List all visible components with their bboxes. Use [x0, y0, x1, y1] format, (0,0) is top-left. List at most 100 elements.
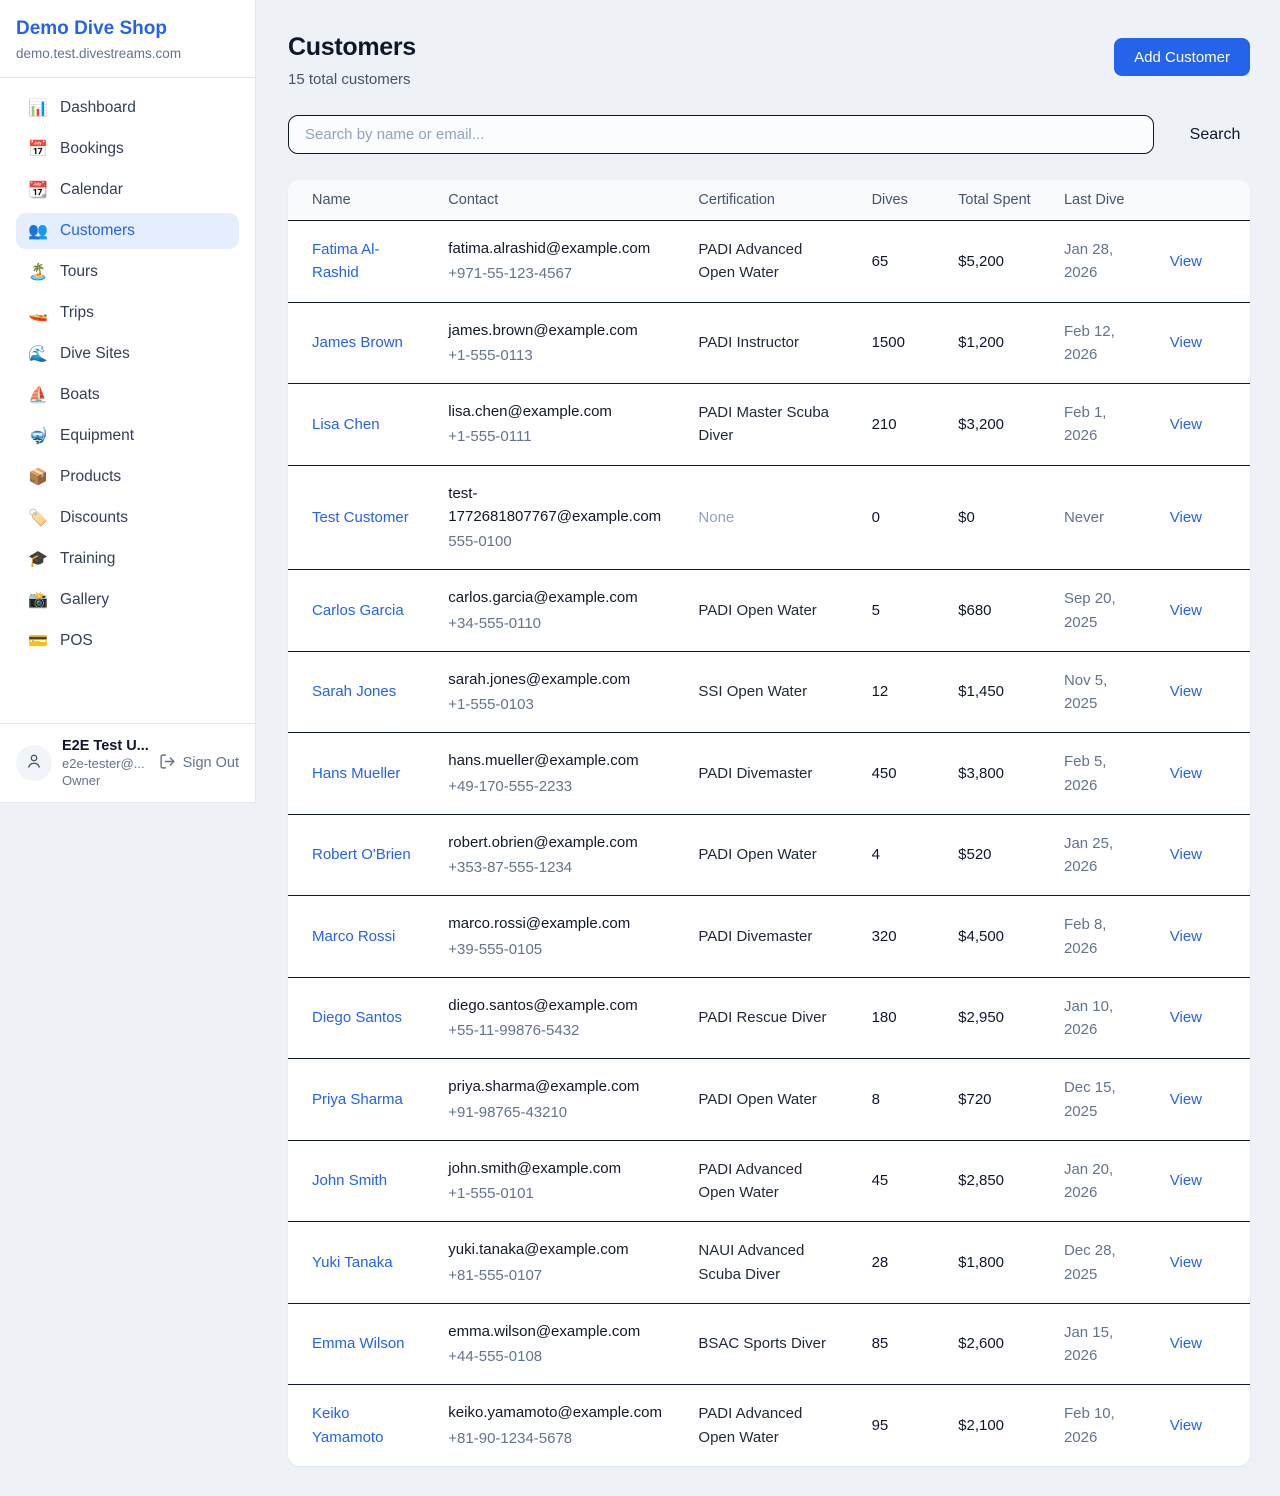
user-email: e2e-tester@... [62, 756, 149, 771]
sidebar-item-trips[interactable]: 🚤Trips [16, 295, 239, 331]
view-link[interactable]: View [1170, 1091, 1202, 1108]
view-link[interactable]: View [1170, 602, 1202, 619]
certification-value: PADI Master Scuba Diver [698, 404, 829, 444]
customer-name-link[interactable]: Marco Rossi [312, 928, 395, 945]
customer-name-link[interactable]: Lisa Chen [312, 416, 380, 433]
calendar-date-icon: 📅 [28, 139, 48, 159]
sidebar-item-tours[interactable]: 🏝️Tours [16, 254, 239, 290]
sidebar-item-products[interactable]: 📦Products [16, 459, 239, 495]
customer-email: robert.obrien@example.com [448, 831, 666, 854]
wave-icon: 🌊 [28, 344, 48, 364]
customer-email: test-1772681807767@example.com [448, 482, 666, 529]
sidebar-item-label: Discounts [60, 509, 128, 527]
table-row: Emma Wilsonemma.wilson@example.com+44-55… [288, 1303, 1250, 1385]
certification-value: BSAC Sports Diver [698, 1335, 826, 1352]
sidebar-item-label: Boats [60, 386, 100, 404]
view-link[interactable]: View [1170, 846, 1202, 863]
page-header: Customers 15 total customers Add Custome… [288, 33, 1250, 88]
customer-name-link[interactable]: John Smith [312, 1172, 387, 1189]
customer-name-link[interactable]: Diego Santos [312, 1009, 402, 1026]
certification-cell: PADI Master Scuba Diver [682, 384, 855, 466]
view-link[interactable]: View [1170, 334, 1202, 351]
table-row: Robert O'Brien robert.obrien@example.com+… [288, 814, 1250, 896]
sidebar-item-label: Dashboard [60, 99, 136, 117]
customer-phone: +81-90-1234-5678 [448, 1427, 666, 1450]
view-link[interactable]: View [1170, 1009, 1202, 1026]
avatar [16, 745, 52, 781]
column-header-certification: Certification [682, 180, 855, 221]
view-link[interactable]: View [1170, 683, 1202, 700]
customer-name-link[interactable]: Robert O'Brien [312, 846, 411, 863]
total-spent-cell: $3,200 [942, 384, 1048, 466]
sidebar-item-gallery[interactable]: 📸Gallery [16, 582, 239, 618]
sidebar-item-customers[interactable]: 👥Customers [16, 213, 239, 249]
sign-out-button[interactable]: Sign Out [159, 753, 239, 774]
customer-phone: 555-0100 [448, 530, 666, 553]
view-link[interactable]: View [1170, 416, 1202, 433]
view-link[interactable]: View [1170, 1254, 1202, 1271]
customer-email: lisa.chen@example.com [448, 400, 666, 423]
table-row: Sarah Jonessarah.jones@example.com+1-555… [288, 651, 1250, 733]
certification-value: None [698, 509, 734, 526]
customer-phone: +44-555-0108 [448, 1345, 666, 1368]
sidebar-item-calendar[interactable]: 📆Calendar [16, 172, 239, 208]
last-dive-cell: Jan 20, 2026 [1048, 1140, 1154, 1222]
contact-cell: james.brown@example.com+1-555-0113 [432, 302, 682, 384]
certification-cell: NAUI Advanced Scuba Diver [682, 1222, 855, 1304]
brand-block[interactable]: Demo Dive Shop demo.test.divestreams.com [0, 0, 255, 77]
sign-out-label: Sign Out [183, 755, 239, 771]
dives-cell: 4 [856, 814, 943, 896]
search-button[interactable]: Search [1180, 118, 1250, 152]
graduation-cap-icon: 🎓 [28, 549, 48, 569]
last-dive-cell: Jan 15, 2026 [1048, 1303, 1154, 1385]
customer-name-link[interactable]: Priya Sharma [312, 1091, 403, 1108]
column-header-dives: Dives [856, 180, 943, 221]
sidebar-item-dashboard[interactable]: 📊Dashboard [16, 90, 239, 126]
table-row: Hans Muellerhans.mueller@example.com+49-… [288, 733, 1250, 815]
sidebar-item-boats[interactable]: ⛵Boats [16, 377, 239, 413]
customer-name-link[interactable]: Fatima Al-Rashid [312, 241, 380, 281]
customer-name-link[interactable]: Hans Mueller [312, 765, 400, 782]
actions-cell: View [1154, 1303, 1250, 1385]
view-link[interactable]: View [1170, 509, 1202, 526]
customer-name-link[interactable]: Test Customer [312, 509, 409, 526]
certification-value: PADI Advanced Open Water [698, 241, 802, 281]
sidebar-item-equipment[interactable]: 🤿Equipment [16, 418, 239, 454]
actions-cell: View [1154, 570, 1250, 652]
view-link[interactable]: View [1170, 1417, 1202, 1434]
add-customer-button[interactable]: Add Customer [1114, 38, 1250, 76]
contact-cell: lisa.chen@example.com+1-555-0111 [432, 384, 682, 466]
customer-name-link[interactable]: Sarah Jones [312, 683, 396, 700]
view-link[interactable]: View [1170, 1335, 1202, 1352]
sidebar-item-discounts[interactable]: 🏷️Discounts [16, 500, 239, 536]
user-icon [25, 752, 43, 775]
sidebar-item-training[interactable]: 🎓Training [16, 541, 239, 577]
credit-card-icon: 💳 [28, 631, 48, 651]
search-input[interactable] [288, 115, 1154, 154]
sidebar-item-pos[interactable]: 💳POS [16, 623, 239, 659]
column-header-contact: Contact [432, 180, 682, 221]
certification-cell: PADI Instructor [682, 302, 855, 384]
customer-name-link[interactable]: James Brown [312, 334, 403, 351]
view-link[interactable]: View [1170, 253, 1202, 270]
view-link[interactable]: View [1170, 765, 1202, 782]
contact-cell: carlos.garcia@example.com+34-555-0110 [432, 570, 682, 652]
table-row: Carlos Garcia carlos.garcia@example.com+3… [288, 570, 1250, 652]
customer-name-link[interactable]: Keiko Yamamoto [312, 1405, 383, 1445]
customer-name-cell: Keiko Yamamoto [288, 1385, 432, 1466]
sidebar-item-bookings[interactable]: 📅 Bookings [16, 131, 239, 167]
customer-name-link[interactable]: Carlos Garcia [312, 602, 404, 619]
customer-phone: +1-555-0103 [448, 693, 666, 716]
view-link[interactable]: View [1170, 928, 1202, 945]
sidebar-item-dive-sites[interactable]: 🌊Dive Sites [16, 336, 239, 372]
sidebar-item-label: Products [60, 468, 121, 486]
sidebar-item-label: Bookings [60, 140, 124, 158]
customer-name-cell: Yuki Tanaka [288, 1222, 432, 1304]
customer-name-link[interactable]: Yuki Tanaka [312, 1254, 393, 1271]
customer-email: carlos.garcia@example.com [448, 586, 666, 609]
diving-mask-icon: 🤿 [28, 426, 48, 446]
brand-name[interactable]: Demo Dive Shop [16, 18, 239, 40]
view-link[interactable]: View [1170, 1172, 1202, 1189]
customer-name-link[interactable]: Emma Wilson [312, 1335, 405, 1352]
contact-cell: robert.obrien@example.com+353-87-555-123… [432, 814, 682, 896]
